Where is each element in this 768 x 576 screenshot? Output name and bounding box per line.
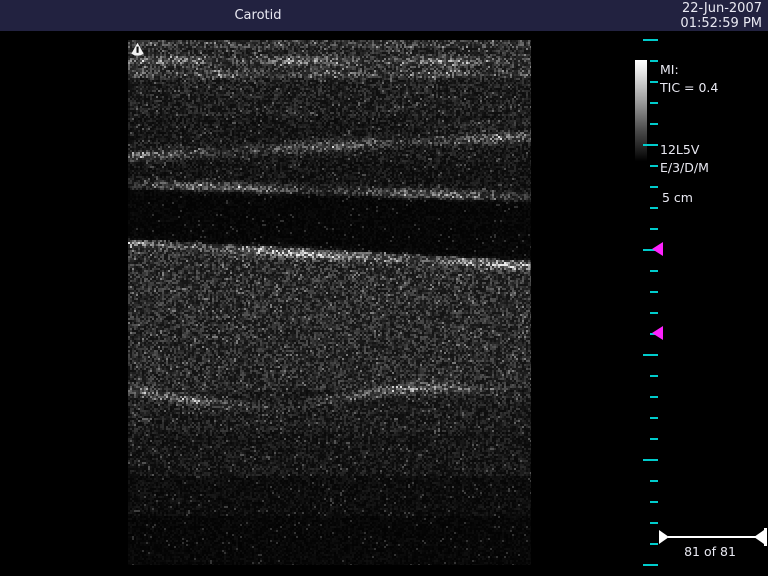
time-label: 01:52:59 PM bbox=[680, 16, 762, 31]
ruler-tick bbox=[643, 459, 658, 461]
ruler-tick bbox=[650, 270, 658, 272]
imaging-mode-label: E/3/D/M bbox=[660, 159, 709, 177]
ruler-tick bbox=[650, 207, 658, 209]
depth-label: 5 cm bbox=[662, 190, 693, 205]
ruler-tick bbox=[650, 60, 658, 62]
bmode-image-canvas bbox=[128, 40, 531, 565]
ruler-tick bbox=[650, 123, 658, 125]
date-label: 22-Jun-2007 bbox=[680, 1, 762, 16]
ultrasound-image bbox=[128, 40, 531, 565]
ruler-tick bbox=[650, 396, 658, 398]
tic-label: TIC = 0.4 bbox=[660, 79, 718, 97]
frame-counter: 81 of 81 bbox=[660, 544, 760, 559]
output-power-block: MI: TIC = 0.4 bbox=[660, 61, 718, 97]
focus-marker-icon bbox=[652, 242, 663, 256]
datetime: 22-Jun-2007 01:52:59 PM bbox=[680, 1, 762, 31]
focus-marker-icon bbox=[652, 326, 663, 340]
header-bar: Carotid 22-Jun-2007 01:52:59 PM bbox=[0, 0, 768, 31]
ruler-tick bbox=[643, 564, 658, 566]
ruler-tick bbox=[643, 39, 658, 41]
exam-type-label: Carotid bbox=[128, 8, 388, 23]
ruler-tick bbox=[643, 144, 658, 146]
probe-settings-block: 12L5V E/3/D/M bbox=[660, 141, 709, 177]
probe-orientation-icon bbox=[130, 42, 145, 57]
transducer-label: 12L5V bbox=[660, 141, 709, 159]
ruler-tick bbox=[650, 81, 658, 83]
ruler-tick bbox=[650, 522, 658, 524]
ruler-tick bbox=[650, 312, 658, 314]
cine-end-marker-icon bbox=[754, 530, 764, 544]
ruler-tick bbox=[650, 480, 658, 482]
cine-track[interactable] bbox=[668, 536, 756, 538]
ruler-tick bbox=[650, 186, 658, 188]
ruler-tick bbox=[650, 417, 658, 419]
ultrasound-screen: Carotid 22-Jun-2007 01:52:59 PM MI: TIC … bbox=[0, 0, 768, 576]
ruler-tick bbox=[650, 291, 658, 293]
ruler-tick bbox=[650, 165, 658, 167]
ruler-tick bbox=[650, 228, 658, 230]
ruler-tick bbox=[650, 501, 658, 503]
mi-label: MI: bbox=[660, 61, 718, 79]
ruler-tick bbox=[650, 102, 658, 104]
cine-end-bar bbox=[764, 528, 767, 546]
ruler-tick bbox=[650, 375, 658, 377]
ruler-tick bbox=[650, 438, 658, 440]
ruler-tick bbox=[650, 543, 658, 545]
ruler-tick bbox=[643, 354, 658, 356]
